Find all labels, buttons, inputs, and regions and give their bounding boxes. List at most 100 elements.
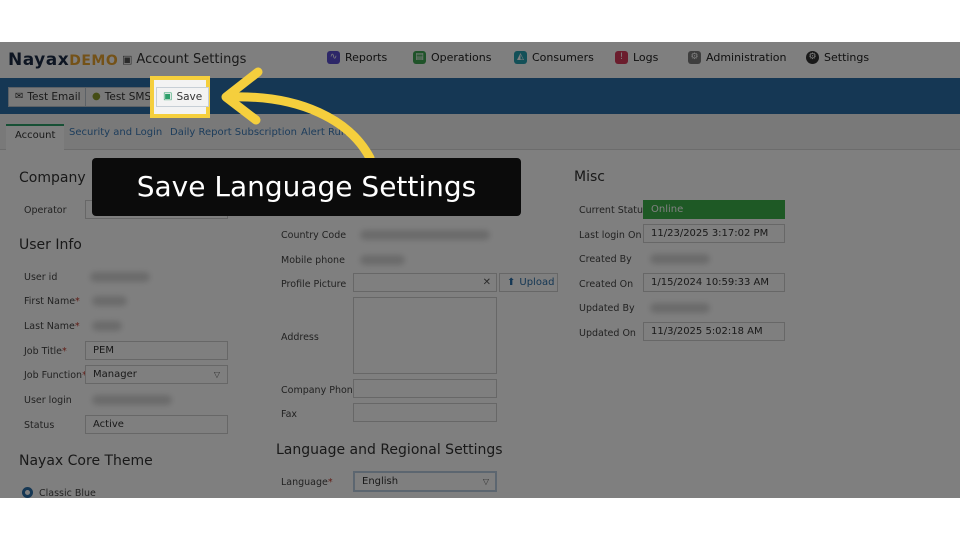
nav-logs-label: Logs [633, 51, 659, 64]
upload-icon: ⬆ [507, 277, 516, 288]
updated-by-label: Updated By [579, 303, 635, 314]
nav-operations-label: Operations [431, 51, 492, 64]
fax-label: Fax [281, 409, 298, 420]
tab-alert-rules[interactable]: Alert Rules [301, 127, 355, 138]
tab-account[interactable]: Account [6, 124, 65, 150]
save-label: Save [176, 91, 203, 103]
chevron-down-icon: ▽ [482, 477, 489, 486]
first-name-label-text: First Name [24, 296, 76, 307]
updated-by-value-redacted [650, 303, 710, 313]
save-button-highlighted[interactable]: ▣ Save [156, 87, 210, 107]
user-info-heading: User Info [19, 237, 82, 253]
tab-daily-report-subscription[interactable]: Daily Report Subscription [170, 127, 297, 138]
classic-blue-label: Classic Blue [39, 488, 96, 498]
status-label: Status [24, 420, 55, 431]
chevron-down-icon: ▽ [213, 370, 220, 379]
address-textarea[interactable] [353, 297, 497, 374]
test-email-button[interactable]: ✉ Test Email [8, 87, 88, 107]
envelope-icon: ✉ [15, 91, 24, 102]
required-marker: * [74, 321, 80, 332]
logo-main: Nayax [8, 50, 70, 70]
user-id-value-redacted [90, 272, 150, 282]
logo-demo: DEMO [69, 53, 119, 69]
nav-consumers-label: Consumers [532, 51, 594, 64]
status-field[interactable]: Active [85, 415, 228, 434]
last-login-label: Last login On [579, 230, 642, 241]
company-phone-label: Company Phone [281, 385, 359, 396]
nav-administration[interactable]: ⚙ Administration [688, 51, 787, 64]
operations-icon: ▤ [413, 51, 426, 64]
page-title-text: Account Settings [136, 52, 247, 67]
country-code-label: Country Code [281, 230, 347, 241]
account-settings-icon: ▣ [122, 53, 133, 66]
tooltip-callout: Save Language Settings [92, 158, 521, 216]
user-id-label: User id [24, 272, 58, 283]
current-status-field: Online [643, 200, 785, 219]
chart-icon: ∿ [327, 51, 340, 64]
company-phone-field[interactable] [353, 379, 497, 398]
settings-icon: ⚙ [806, 51, 819, 64]
nav-consumers[interactable]: ◭ Consumers [514, 51, 594, 64]
nav-settings[interactable]: ⚙ Settings [806, 51, 869, 64]
app-window: NayaxDEMO ▣ Account Settings ∿ Reports ▤ … [0, 42, 960, 498]
tab-security-and-login[interactable]: Security and Login [69, 127, 162, 138]
created-on-field: 1/15/2024 10:59:33 AM [643, 273, 785, 292]
nav-logs[interactable]: ! Logs [615, 51, 658, 64]
job-title-label: Job Title* [24, 346, 67, 357]
clear-icon[interactable]: ✕ [483, 274, 491, 291]
updated-on-label: Updated On [579, 328, 636, 339]
chat-bubble-icon: ● [92, 91, 101, 102]
save-icon: ▣ [163, 91, 173, 102]
test-email-label: Test Email [27, 91, 81, 103]
radio-classic-blue[interactable] [22, 487, 33, 498]
job-title-label-text: Job Title [24, 346, 63, 357]
mobile-phone-value-redacted [360, 255, 405, 265]
required-marker: * [327, 477, 333, 488]
job-function-select[interactable]: Manager ▽ [85, 365, 228, 384]
required-marker: * [75, 296, 80, 307]
language-label: Language* [281, 477, 333, 488]
job-function-value: Manager [93, 369, 137, 380]
job-function-label-text: Job Function [24, 370, 83, 381]
job-title-field[interactable]: PEM [85, 341, 228, 360]
last-login-field: 11/23/2025 3:17:02 PM [643, 224, 785, 243]
administration-icon: ⚙ [688, 51, 701, 64]
nav-settings-label: Settings [824, 51, 870, 64]
profile-picture-field[interactable]: ✕ [353, 273, 497, 292]
test-sms-button[interactable]: ● Test SMS [85, 87, 159, 107]
country-code-value-redacted [360, 230, 490, 240]
nav-reports-label: Reports [345, 51, 388, 64]
created-by-value-redacted [650, 254, 710, 264]
language-select[interactable]: English ▽ [353, 471, 497, 492]
logs-icon: ! [615, 51, 628, 64]
required-marker: * [62, 346, 67, 357]
upload-label: Upload [519, 277, 555, 288]
company-heading: Company [19, 170, 86, 186]
theme-heading: Nayax Core Theme [19, 453, 153, 469]
nav-administration-label: Administration [706, 51, 787, 64]
updated-on-field: 11/3/2025 5:02:18 AM [643, 322, 785, 341]
nav-operations[interactable]: ▤ Operations [413, 51, 491, 64]
misc-heading: Misc [574, 169, 605, 185]
language-value: English [362, 476, 399, 487]
current-status-label: Current Status [579, 205, 648, 216]
first-name-label: First Name* [24, 296, 80, 307]
fax-field[interactable] [353, 403, 497, 422]
upload-button[interactable]: ⬆ Upload [499, 273, 558, 292]
created-on-label: Created On [579, 279, 634, 290]
language-label-text: Language [281, 477, 328, 488]
nav-reports[interactable]: ∿ Reports [327, 51, 387, 64]
last-name-value-redacted [92, 321, 122, 331]
tab-bar: Account Security and Login Daily Report … [0, 114, 960, 150]
profile-picture-label: Profile Picture [281, 279, 347, 290]
page-title: ▣ Account Settings [122, 52, 246, 67]
last-name-label: Last Name* [24, 321, 80, 332]
created-by-label: Created By [579, 254, 632, 265]
mobile-phone-label: Mobile phone [281, 255, 345, 266]
last-name-label-text: Last Name [24, 321, 75, 332]
nayax-logo[interactable]: NayaxDEMO [8, 50, 118, 70]
consumers-icon: ◭ [514, 51, 527, 64]
user-login-label: User login [24, 395, 72, 406]
first-name-value-redacted [92, 296, 127, 306]
job-function-label: Job Function* [24, 370, 87, 381]
